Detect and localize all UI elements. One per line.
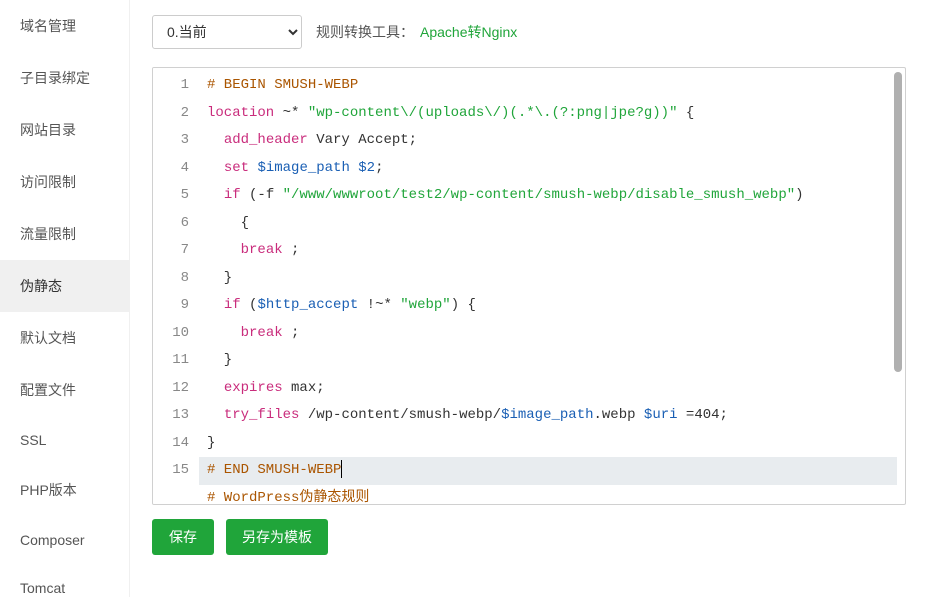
save-as-template-button[interactable]: 另存为模板 <box>226 519 328 555</box>
code-line-14[interactable]: # END SMUSH-WEBP <box>199 457 897 485</box>
code-editor[interactable]: 123456789101112131415 # BEGIN SMUSH-WEBP… <box>152 67 906 505</box>
code-line-10[interactable]: } <box>207 347 897 375</box>
code-line-13[interactable]: } <box>207 430 897 458</box>
sidebar-item-6[interactable]: 默认文档 <box>0 312 129 364</box>
code-line-5b[interactable]: { <box>207 210 897 238</box>
sidebar-item-7[interactable]: 配置文件 <box>0 364 129 416</box>
code-line-2[interactable]: location ~* "wp-content\/(uploads\/)(.*\… <box>207 100 897 128</box>
sidebar-item-9[interactable]: PHP版本 <box>0 464 129 516</box>
code-line-1[interactable]: # BEGIN SMUSH-WEBP <box>207 72 897 100</box>
apache-to-nginx-link[interactable]: Apache转Nginx <box>420 22 517 42</box>
code-line-8[interactable]: if ($http_accept !~* "webp") { <box>207 292 897 320</box>
sidebar-item-3[interactable]: 访问限制 <box>0 156 129 208</box>
sidebar-item-4[interactable]: 流量限制 <box>0 208 129 260</box>
code-line-5[interactable]: if (-f "/www/wwwroot/test2/wp-content/sm… <box>207 182 897 210</box>
sidebar-item-10[interactable]: Composer <box>0 516 129 564</box>
code-line-9[interactable]: break ; <box>207 320 897 348</box>
code-line-4[interactable]: set $image_path $2; <box>207 155 897 183</box>
code-line-15[interactable]: # WordPress伪静态规则 <box>207 485 897 505</box>
code-line-6[interactable]: break ; <box>207 237 897 265</box>
code-line-11[interactable]: expires max; <box>207 375 897 403</box>
code-line-12[interactable]: try_files /wp-content/smush-webp/$image_… <box>207 402 897 430</box>
editor-code[interactable]: # BEGIN SMUSH-WEBPlocation ~* "wp-conten… <box>199 68 905 504</box>
topbar: 0.当前 规则转换工具： Apache转Nginx <box>152 15 906 49</box>
app-container: 域名管理子目录绑定网站目录访问限制流量限制伪静态默认文档配置文件SSLPHP版本… <box>0 0 926 597</box>
sidebar-item-2[interactable]: 网站目录 <box>0 104 129 156</box>
rewrite-select[interactable]: 0.当前 <box>152 15 302 49</box>
main-panel: 0.当前 规则转换工具： Apache转Nginx 12345678910111… <box>130 0 926 597</box>
sidebar-item-11[interactable]: Tomcat <box>0 564 129 612</box>
tool-label: 规则转换工具： <box>316 22 414 42</box>
save-button[interactable]: 保存 <box>152 519 214 555</box>
sidebar: 域名管理子目录绑定网站目录访问限制流量限制伪静态默认文档配置文件SSLPHP版本… <box>0 0 130 597</box>
editor-gutter: 123456789101112131415 <box>153 68 199 504</box>
sidebar-item-5[interactable]: 伪静态 <box>0 260 129 312</box>
sidebar-item-1[interactable]: 子目录绑定 <box>0 52 129 104</box>
code-line-7[interactable]: } <box>207 265 897 293</box>
sidebar-item-8[interactable]: SSL <box>0 416 129 464</box>
code-line-3[interactable]: add_header Vary Accept; <box>207 127 897 155</box>
editor-scrollbar[interactable] <box>894 72 902 372</box>
sidebar-item-0[interactable]: 域名管理 <box>0 0 129 52</box>
button-row: 保存 另存为模板 <box>152 519 906 555</box>
